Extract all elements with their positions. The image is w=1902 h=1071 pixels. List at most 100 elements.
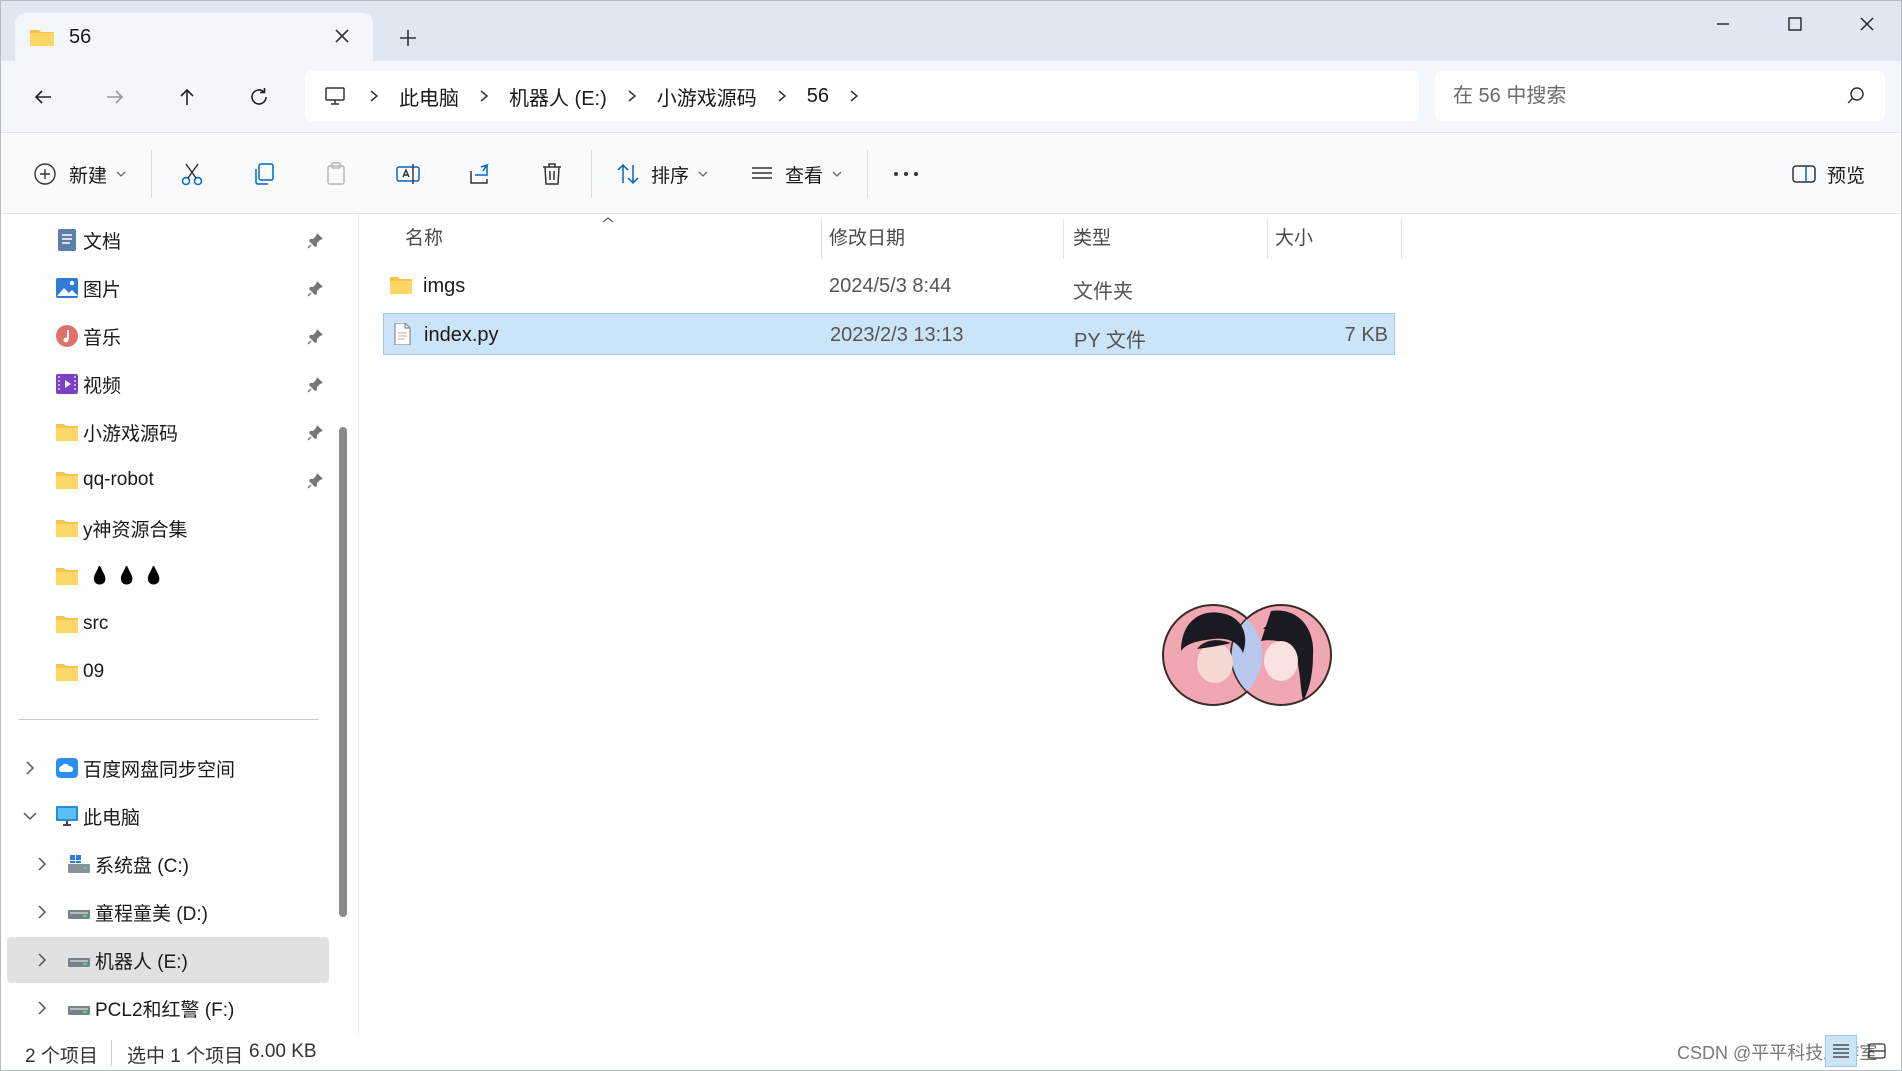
view-label: 查看: [785, 165, 824, 187]
sidebar-item-folder[interactable]: y神资源合集: [7, 505, 329, 551]
sidebar-item-videos[interactable]: 视频: [7, 361, 329, 407]
folder-icon: [56, 664, 78, 681]
folder-icon: [56, 520, 78, 537]
column-separator[interactable]: [1267, 219, 1268, 259]
sidebar-item-folder[interactable]: src: [7, 601, 329, 647]
avatar-logo: [1162, 604, 1332, 706]
file-explorer-window: 56 此电脑 机器人 (E:) 小游戏源码 56 在 56 中搜索 新建 排序 …: [0, 0, 1902, 1071]
chevron-right-icon[interactable]: [843, 85, 865, 107]
rename-button[interactable]: [395, 154, 421, 194]
breadcrumb-item[interactable]: 机器人 (E:): [499, 82, 617, 111]
file-date: 2023/2/3 13:13: [830, 324, 964, 346]
pin-icon[interactable]: [307, 423, 325, 441]
rename-icon: [396, 164, 420, 184]
search-icon[interactable]: [1845, 85, 1867, 107]
sort-button[interactable]: 排序: [615, 154, 709, 194]
pin-icon[interactable]: [307, 327, 325, 345]
chevron-down-icon: [832, 171, 842, 177]
sidebar-item-folder[interactable]: qq-robot: [7, 457, 329, 503]
back-button[interactable]: [25, 79, 61, 115]
command-bar: 新建 排序 查看 预览: [1, 134, 1901, 214]
preview-pane-button[interactable]: 预览: [1791, 154, 1865, 194]
details-view-button[interactable]: [1825, 1035, 1857, 1067]
chevron-right-icon[interactable]: [33, 903, 51, 921]
sidebar-item-drive-f[interactable]: PCL2和红警 (F:): [7, 985, 329, 1031]
cut-button[interactable]: [179, 154, 205, 194]
delete-icon: [543, 163, 561, 185]
column-header-name[interactable]: 名称: [405, 215, 443, 257]
sidebar-item-music[interactable]: 音乐: [7, 313, 329, 359]
close-icon[interactable]: [331, 25, 353, 47]
breadcrumb[interactable]: 此电脑 机器人 (E:) 小游戏源码 56: [305, 71, 1419, 121]
sidebar-item-folder[interactable]: 小游戏源码: [7, 409, 329, 455]
breadcrumb-item[interactable]: 此电脑: [389, 82, 469, 111]
copy-button[interactable]: [251, 154, 277, 194]
music-icon: [56, 325, 78, 347]
chevron-right-icon[interactable]: [21, 759, 39, 777]
up-button[interactable]: [169, 79, 205, 115]
search-input[interactable]: [1453, 84, 1833, 108]
pin-icon[interactable]: [307, 471, 325, 489]
file-size: 7 KB: [1344, 324, 1388, 346]
chevron-right-icon[interactable]: [621, 85, 643, 107]
plus-icon[interactable]: [393, 23, 423, 53]
pictures-icon: [56, 278, 78, 298]
column-separator[interactable]: [821, 219, 822, 259]
breadcrumb-item[interactable]: 56: [797, 85, 839, 108]
chevron-down-icon[interactable]: [21, 807, 39, 825]
tab-56[interactable]: 56: [15, 13, 373, 61]
plus-circle-icon: [34, 163, 56, 185]
sidebar-item-baidu-cloud[interactable]: 百度网盘同步空间: [7, 745, 329, 791]
refresh-button[interactable]: [241, 79, 277, 115]
file-date: 2024/5/3 8:44: [829, 275, 952, 297]
table-row[interactable]: imgs 2024/5/3 8:44 文件夹: [383, 265, 1395, 307]
sidebar-item-pictures[interactable]: 图片: [7, 265, 329, 311]
sidebar-item-folder[interactable]: 09: [7, 649, 329, 695]
chevron-right-icon[interactable]: [33, 951, 51, 969]
sidebar-item-documents[interactable]: 文档: [7, 217, 329, 263]
close-window-button[interactable]: [1831, 1, 1901, 47]
search-box: [1435, 71, 1885, 121]
new-button[interactable]: 新建: [33, 154, 127, 194]
sidebar-scrollbar-thumb[interactable]: [339, 427, 347, 917]
column-separator[interactable]: [1063, 219, 1064, 259]
column-header-type[interactable]: 类型: [1073, 215, 1111, 257]
sidebar-item-drive-c[interactable]: 系统盘 (C:): [7, 841, 329, 887]
chevron-right-icon[interactable]: [33, 855, 51, 873]
pin-icon[interactable]: [307, 375, 325, 393]
file-list: 名称 修改日期 类型 大小 imgs 2024/5/3 8:44 文件夹 ind…: [361, 215, 1901, 1035]
sidebar-item-this-pc[interactable]: 此电脑: [7, 793, 329, 839]
more-button[interactable]: [891, 154, 921, 194]
forward-arrow-icon: [107, 90, 124, 104]
copy-icon: [255, 163, 274, 185]
computer-icon: [56, 806, 78, 826]
sidebar-item-drive-d[interactable]: 童程童美 (D:): [7, 889, 329, 935]
tiles-view-button[interactable]: [1861, 1035, 1893, 1067]
sidebar-item-folder[interactable]: 💧💧💧: [7, 553, 329, 599]
chevron-right-icon[interactable]: [363, 85, 385, 107]
chevron-right-icon[interactable]: [33, 999, 51, 1017]
column-separator[interactable]: [1401, 219, 1402, 259]
drive-icon: [68, 1006, 90, 1015]
pin-icon[interactable]: [307, 231, 325, 249]
item-count: 2 个项目: [25, 1046, 98, 1067]
view-button[interactable]: 查看: [749, 154, 843, 194]
pin-icon[interactable]: [307, 279, 325, 297]
chevron-right-icon[interactable]: [473, 85, 495, 107]
column-header-date[interactable]: 修改日期: [829, 215, 905, 257]
forward-button[interactable]: [97, 79, 133, 115]
minimize-button[interactable]: [1687, 1, 1759, 47]
address-bar: 此电脑 机器人 (E:) 小游戏源码 56: [1, 61, 1901, 133]
share-button[interactable]: [467, 154, 493, 194]
delete-button[interactable]: [539, 154, 565, 194]
sidebar-item-drive-e[interactable]: 机器人 (E:): [7, 937, 329, 983]
chevron-right-icon[interactable]: [771, 85, 793, 107]
folder-icon: [56, 616, 78, 633]
column-header-size[interactable]: 大小: [1275, 215, 1313, 257]
paste-button[interactable]: [323, 154, 349, 194]
breadcrumb-item[interactable]: 小游戏源码: [647, 82, 767, 111]
table-row[interactable]: index.py 2023/2/3 13:13 PY 文件 7 KB: [383, 313, 1395, 355]
maximize-button[interactable]: [1759, 1, 1831, 47]
file-type: PY 文件: [1074, 330, 1146, 352]
documents-icon: [58, 229, 76, 251]
